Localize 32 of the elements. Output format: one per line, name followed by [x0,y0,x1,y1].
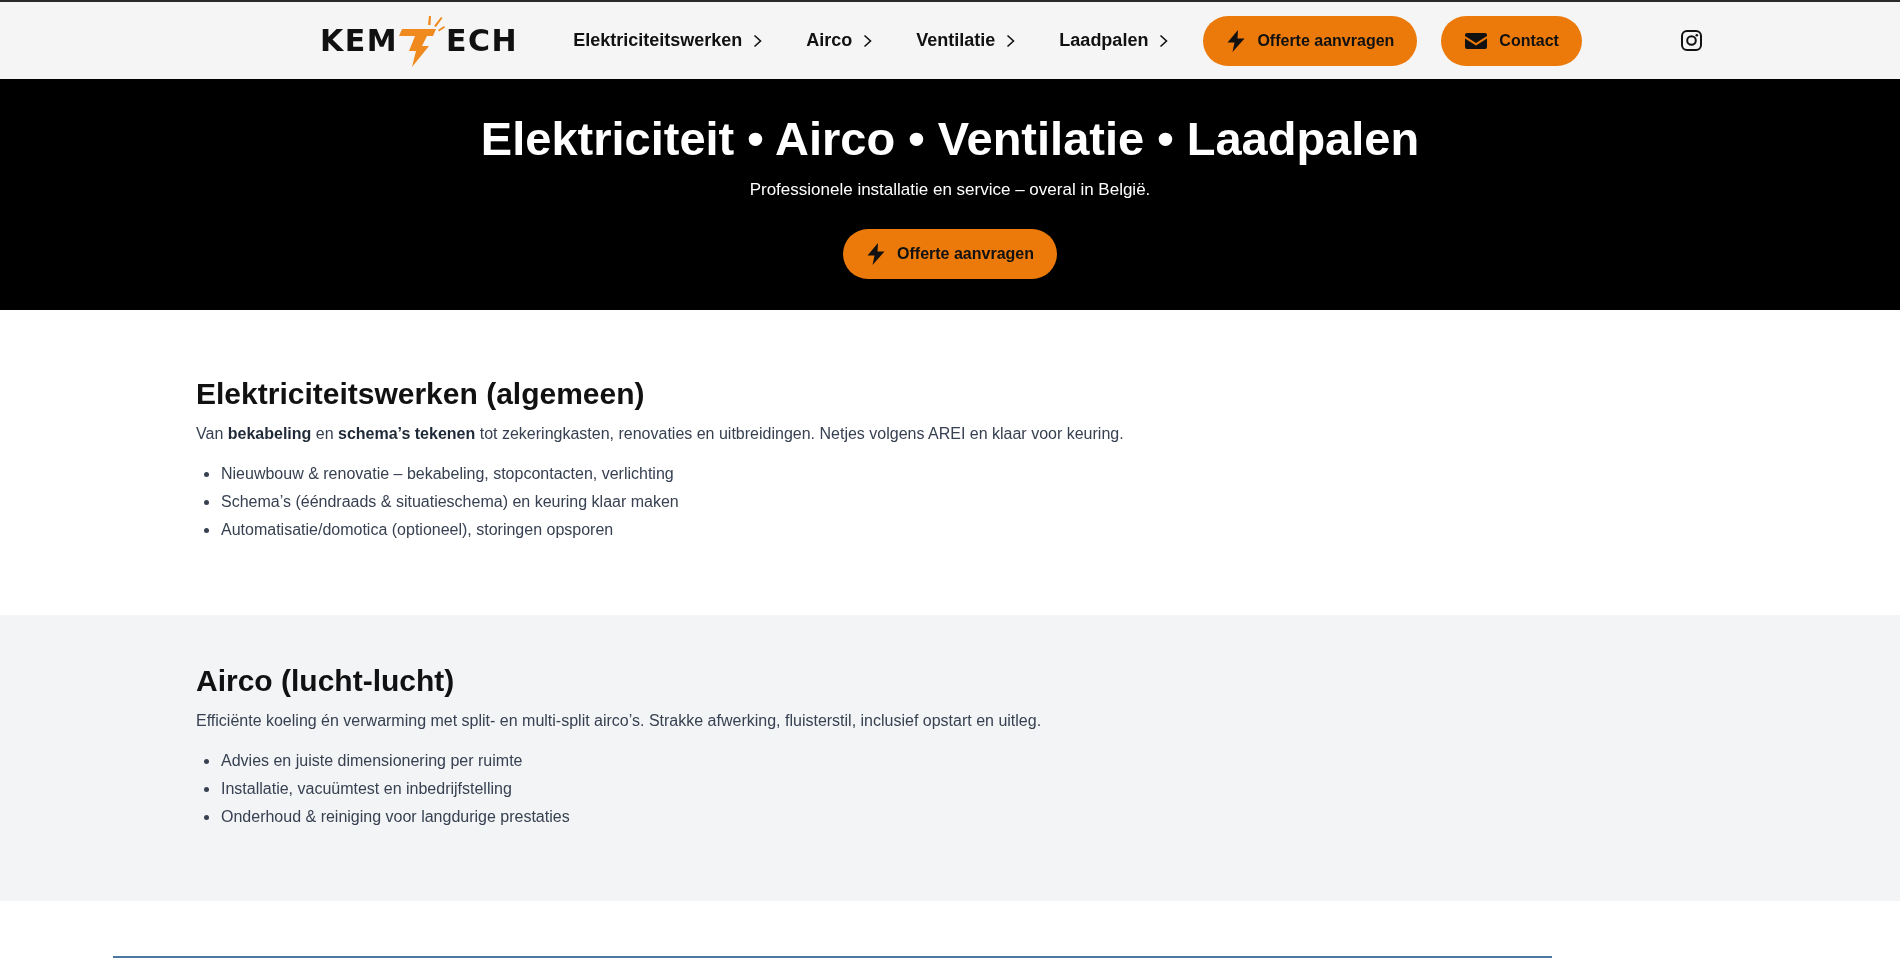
section-intro: Van bekabeling en schema’s tekenen tot zekeringkasten, renovaties en uitbreidingen. Netjes volgens AREI en klaar voor keuring. [196,424,1125,444]
hero-subtitle: Professionele installatie en service – overal in België. [748,179,1152,201]
logo-text: ECH [446,24,519,57]
list-item: Installatie, vacuümtest en inbedrijfstelling [221,779,512,799]
quote-button[interactable]: Offerte aanvragen [1203,15,1418,66]
bullet-icon [204,786,209,792]
lightning-icon [867,243,886,265]
contact-button[interactable]: Contact [1441,15,1582,66]
bullet-icon [204,499,209,505]
list-item: Advies en juiste dimensionering per ruimte [221,751,523,771]
envelope-icon [1465,32,1488,49]
section-heading: Airco (lucht-lucht) [196,663,456,699]
quote-button[interactable]: Offerte aanvragen [843,229,1057,279]
list-item: Nieuwbouw & renovatie – bekabeling, stopcontacten, verlichting [221,464,674,484]
bullet-icon [204,758,209,764]
list-item: Schema’s (ééndraads & situatieschema) en keuring klaar maken [221,492,679,512]
lightning-bolt-icon [399,14,446,67]
list-item: Automatisatie/domotica (optioneel), storingen opsporen [221,520,614,540]
nav-link[interactable]: Airco [806,30,873,51]
list-item: Onderhoud & reiniging voor langdurige prestaties [221,807,570,827]
instagram-icon[interactable] [1680,30,1702,51]
nav-link[interactable]: Ventilatie [916,30,1016,51]
lightning-icon [1227,29,1246,52]
section-intro: Efficiënte koeling én verwarming met split- en multi-split airco’s. Strakke afwerking, fluisterstil, inclusief opstart en uitleg. [196,711,1043,731]
hero-title: Elektriciteit • Airco • Ventilatie • Laadpalen [479,111,1421,167]
logo-text: KEM [320,24,399,57]
bullet-icon [204,471,209,477]
bullet-icon [204,814,209,820]
nav-link[interactable]: Laadpalen [1059,30,1169,51]
bullet-icon [204,527,209,533]
nav-link[interactable]: Elektriciteitswerken [573,30,763,51]
section-heading: Elektriciteitswerken (algemeen) [196,376,646,412]
